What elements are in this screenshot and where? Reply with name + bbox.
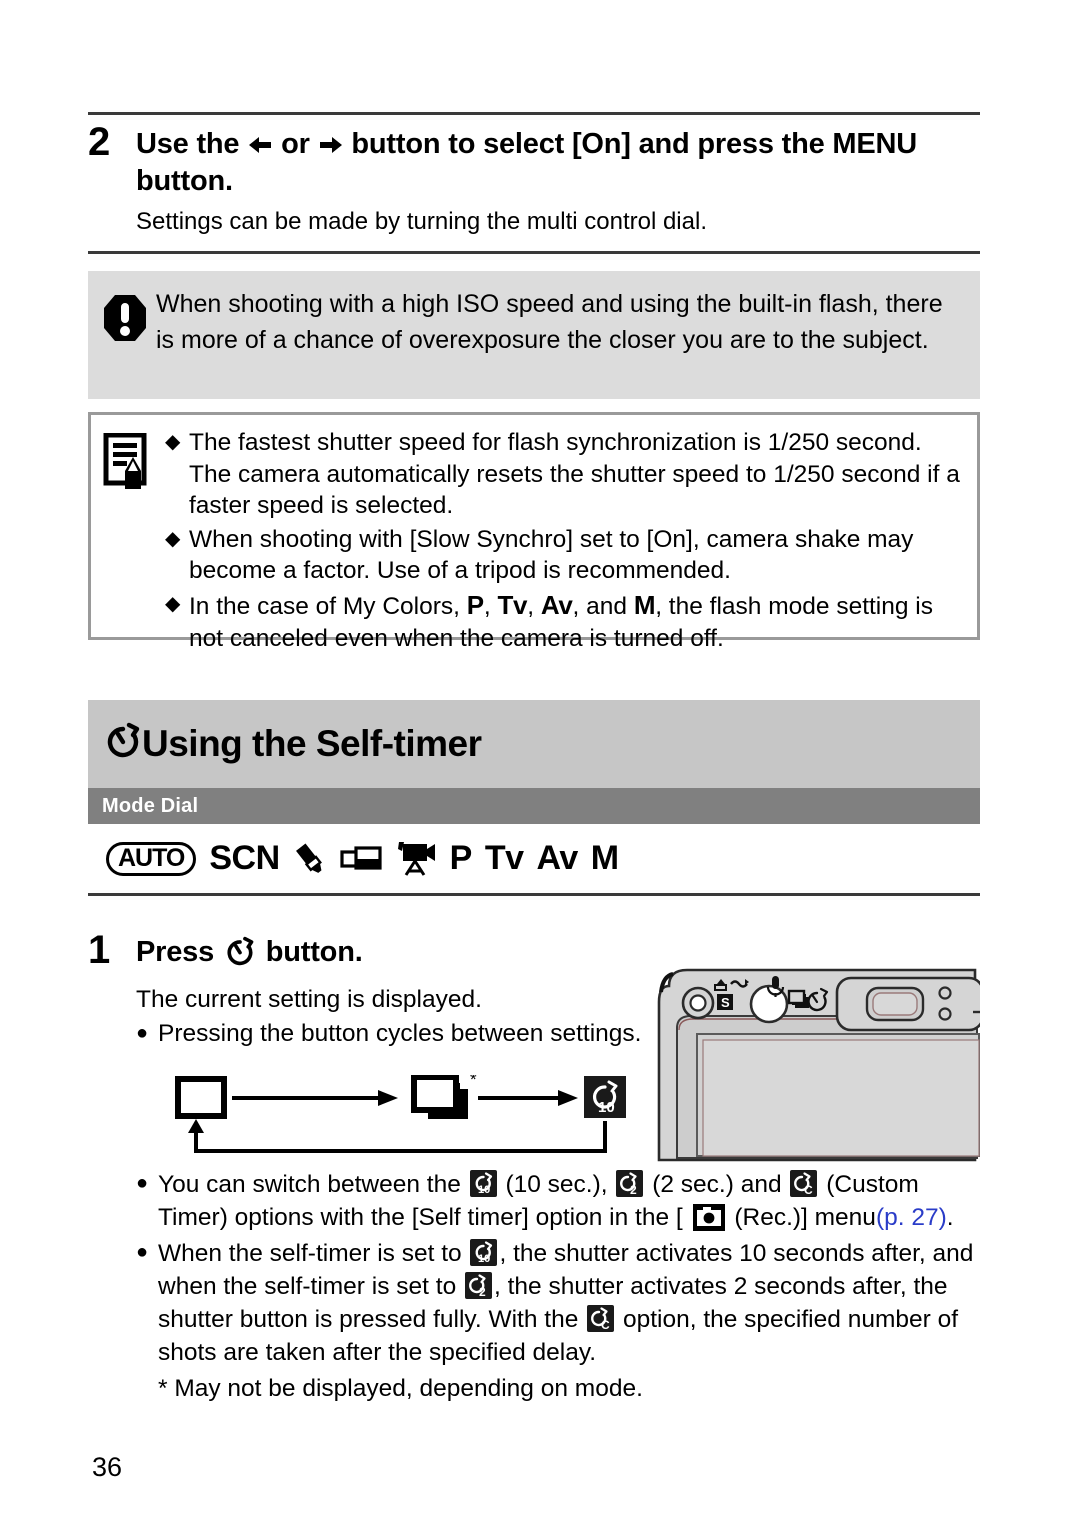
bottom-note-2: ● When the self-timer is set to 10 , the… [136, 1237, 981, 1369]
movie-mode-icon [395, 840, 437, 878]
note-item: ◆ The fastest shutter speed for flash sy… [165, 427, 963, 522]
self-timer-custom-icon: C [790, 1170, 818, 1197]
step-1-body: The current setting is displayed. ● Pres… [136, 984, 656, 1051]
note-item-text: In the case of My Colors, P, Tv, Av, and… [189, 589, 934, 652]
auto-mode-label: AUTO [106, 841, 197, 876]
caution-text: When shooting with a high ISO speed and … [156, 290, 943, 354]
note-text-part: (10 sec.), [505, 1171, 608, 1198]
av-mode-label: Av [540, 589, 573, 620]
svg-text:C: C [601, 1318, 610, 1332]
svg-text:2: 2 [479, 1285, 486, 1299]
divider-under-step2 [88, 251, 980, 254]
left-arrow-icon [247, 134, 273, 156]
step-1-number: 1 [88, 928, 111, 972]
note-box: ◆ The fastest shutter speed for flash sy… [88, 412, 980, 652]
note-bullet: ◆ [165, 592, 181, 615]
bullet-dot: ● [136, 1022, 149, 1045]
single-shot-icon [175, 1076, 227, 1119]
svg-text:10: 10 [478, 1184, 490, 1196]
footnote: * May not be displayed, depending on mod… [158, 1375, 643, 1403]
note-text-part: When the self-timer is set to [158, 1240, 462, 1268]
step-2-number: 2 [88, 120, 111, 164]
camera-back-illustration: S [655, 962, 985, 1162]
exclamation-octagon-icon [102, 287, 156, 348]
svg-text:S: S [721, 995, 730, 1010]
bottom-notes: ● You can switch between the 10 (10 sec.… [136, 1168, 981, 1405]
self-timer-10sec-icon: 10 [584, 1076, 626, 1118]
mode-dial-label: Mode Dial [102, 794, 199, 817]
svg-text:*: * [470, 1075, 477, 1089]
mode-dial-icons-row: AUTO SCN P Tv Av M [88, 824, 980, 896]
self-timer-2sec-icon: 2 [616, 1170, 644, 1197]
step-1-heading-pre: Press [136, 936, 215, 968]
self-timer-icon [106, 722, 140, 767]
svg-text:10: 10 [478, 1253, 490, 1265]
divider-top [88, 112, 980, 115]
step-1-heading-post: button. [265, 936, 363, 968]
page-number: 36 [92, 1452, 123, 1482]
self-timer-10sec-icon: 10 [470, 1239, 498, 1267]
section-heading-bar: Using the Self-timer [88, 700, 980, 788]
self-timer-10sec-icon: 10 [469, 1170, 497, 1197]
self-timer-icon [226, 936, 254, 976]
step-2-heading-pre: Use the [136, 128, 240, 160]
color-accent-mode-icon [293, 841, 327, 877]
step-1-bullet-text: Pressing the button cycles between setti… [158, 1020, 642, 1048]
note-item: ◆ When shooting with [Slow Synchro] set … [165, 524, 963, 587]
step-2-heading-or: or [281, 128, 310, 160]
note-item-prefix: In the case of My Colors, [189, 592, 460, 620]
bottom-note-1: ● You can switch between the 10 (10 sec.… [136, 1168, 981, 1234]
note-text-part: You can switch between the [158, 1171, 461, 1198]
note-item-text: The fastest shutter speed for flash sync… [189, 429, 960, 520]
bottom-note-1-text: You can switch between the 10 (10 sec.),… [158, 1168, 981, 1234]
note-list: ◆ The fastest shutter speed for flash sy… [165, 427, 963, 656]
av-mode-label: Av [536, 839, 579, 877]
step-2-heading: Use the or button to select [On] and pre… [136, 126, 980, 200]
note-item: ◆ In the case of My Colors, P, Tv, Av, a… [165, 589, 963, 654]
section-title-text: Using the Self-timer [142, 723, 482, 764]
scn-mode-label: SCN [209, 839, 280, 877]
svg-text:10: 10 [598, 1099, 615, 1116]
right-arrow-icon [318, 134, 344, 156]
page-title: Using the Self-timer [106, 722, 482, 767]
step-2-subtext: Settings can be made by turning the mult… [136, 208, 707, 236]
step-1-line-1: The current setting is displayed. [136, 986, 482, 1013]
note-text-part: (2 sec.) and [652, 1171, 782, 1198]
manual-mode-label: M [590, 839, 619, 877]
tv-mode-label: Tv [484, 839, 524, 877]
note-text-part: (Rec.)] menu [734, 1204, 876, 1232]
note-bullet: ◆ [165, 431, 181, 453]
svg-text:2: 2 [630, 1183, 637, 1197]
manual-page: 2 Use the or button to select [On] and p… [0, 0, 1080, 1521]
manual-mode-label: M [633, 589, 656, 620]
note-text-part: . [946, 1204, 954, 1232]
program-mode-label: P [466, 589, 484, 620]
tv-mode-label: Tv [497, 589, 528, 620]
drive-mode-cycle-diagram: * 10 [170, 1070, 630, 1165]
viewfinder [835, 976, 985, 1032]
page-reference-link[interactable]: (p. 27) [876, 1204, 947, 1231]
mode-dial-label-bar: Mode Dial [88, 788, 980, 824]
continuous-shooting-icon [411, 1074, 468, 1119]
self-timer-custom-icon: C [587, 1305, 615, 1333]
program-mode-label: P [449, 839, 473, 877]
caution-box: When shooting with a high ISO speed and … [88, 271, 980, 399]
stitch-assist-mode-icon [340, 842, 382, 876]
step-2-block: 2 Use the or button to select [On] and p… [88, 122, 980, 237]
step-1-bullet: ● Pressing the button cycles between set… [136, 1018, 656, 1050]
bullet-dot: ● [136, 1172, 149, 1194]
note-bullet: ◆ [165, 527, 181, 550]
auto-mode-icon: AUTO [106, 841, 197, 876]
note-item-text: When shooting with [Slow Synchro] set to… [189, 525, 914, 585]
print-share-button [681, 986, 715, 1020]
bullet-dot: ● [136, 1241, 149, 1264]
rec-menu-camera-icon [692, 1204, 725, 1232]
self-timer-2sec-icon: 2 [465, 1272, 493, 1300]
bottom-note-2-text: When the self-timer is set to 10 , the s… [158, 1237, 981, 1369]
svg-text:C: C [804, 1183, 813, 1197]
note-pencil-icon [103, 427, 165, 496]
